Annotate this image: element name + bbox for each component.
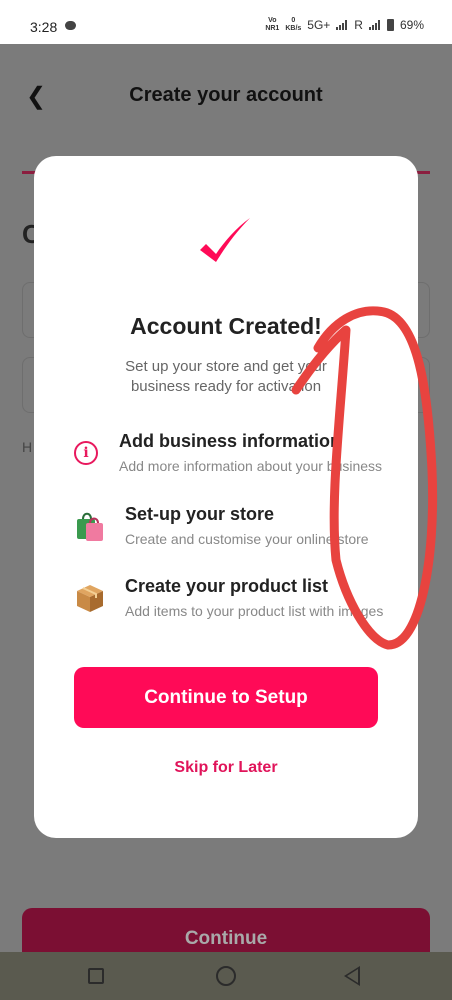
task-title: Add business information	[119, 431, 342, 451]
back-icon[interactable]	[344, 966, 360, 986]
shopping-bag-icon	[77, 512, 103, 541]
roaming-indicator: R	[354, 18, 363, 32]
home-icon[interactable]	[216, 966, 236, 986]
form-hint: H	[22, 439, 33, 455]
page-title: Create your account	[129, 84, 323, 106]
network-type: 5G+	[307, 18, 331, 32]
dialog-subtitle: Set up your store and get your business …	[125, 358, 327, 395]
task-description: Add items to your product list with imag…	[125, 603, 384, 619]
signal-icon	[336, 20, 348, 30]
continue-to-setup-button[interactable]: Continue to Setup	[74, 667, 378, 728]
battery-icon	[386, 19, 394, 31]
info-icon: i	[74, 441, 98, 465]
signal-icon-2	[368, 20, 381, 30]
system-nav-bar	[0, 952, 452, 1000]
dialog-title: Account Created!	[130, 313, 322, 339]
network-speed: 0 KB/s	[285, 17, 302, 32]
task-title: Create your product list	[125, 576, 329, 596]
task-description: Add more information about your business	[119, 458, 383, 474]
checkmark-icon	[200, 218, 250, 262]
status-bar: 3:28 Vo NR1 0 KB/s 5G+ R 69%	[0, 0, 452, 44]
account-created-dialog: Account Created! Set up your store and g…	[34, 156, 418, 838]
status-time: 3:28	[30, 19, 58, 35]
volte-indicator: Vo NR1	[265, 17, 280, 32]
package-icon	[77, 585, 103, 612]
task-title: Set-up your store	[125, 504, 275, 524]
skip-for-later-button[interactable]: Skip for Later	[34, 759, 418, 777]
task-item-product-list[interactable]: Create your product list Add items to yo…	[34, 574, 418, 634]
task-item-business-info[interactable]: i Add business information Add more info…	[34, 426, 418, 486]
task-description: Create and customise your online store	[125, 531, 369, 547]
battery-level: 69%	[399, 18, 424, 32]
status-indicators: Vo NR1 0 KB/s 5G+ R 69%	[265, 17, 424, 33]
task-item-setup-store[interactable]: Set-up your store Create and customise y…	[34, 501, 418, 561]
message-icon	[65, 21, 76, 30]
recent-apps-icon[interactable]	[88, 968, 104, 984]
